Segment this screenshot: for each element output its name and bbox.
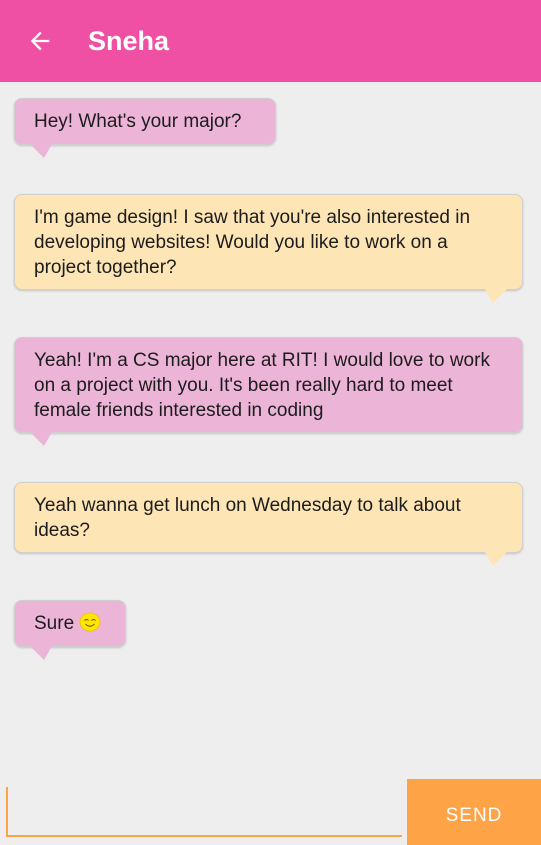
- bubble-tail: [30, 144, 52, 158]
- arrow-left-icon: [30, 31, 50, 51]
- message-outgoing: Yeah wanna get lunch on Wednesday to tal…: [14, 482, 523, 553]
- message-text: Sure: [34, 613, 75, 634]
- bubble-tail: [30, 646, 52, 660]
- message-incoming: Hey! What's your major?: [14, 98, 276, 145]
- conversation-title: Sneha: [88, 25, 170, 56]
- message-composer: SEND: [0, 779, 541, 845]
- message-list[interactable]: Hey! What's your major? I'm game design!…: [0, 82, 541, 779]
- bubble-tail: [485, 552, 507, 566]
- message-text: I'm game design! I saw that you're also …: [34, 207, 471, 278]
- message-incoming: Sure: [14, 600, 126, 647]
- smiling-face-icon: [80, 612, 101, 632]
- bubble-tail: [30, 432, 52, 446]
- message-incoming: Yeah! I'm a CS major here at RIT! I woul…: [14, 337, 523, 433]
- message-input[interactable]: [6, 787, 402, 837]
- message-text: Hey! What's your major?: [34, 111, 242, 132]
- message-text: Yeah! I'm a CS major here at RIT! I woul…: [34, 350, 490, 421]
- bubble-tail: [485, 289, 507, 303]
- app-bar: Sneha: [0, 0, 541, 82]
- message-outgoing: I'm game design! I saw that you're also …: [14, 194, 523, 290]
- send-button[interactable]: SEND: [407, 779, 541, 845]
- back-button[interactable]: [12, 13, 68, 69]
- message-text: Yeah wanna get lunch on Wednesday to tal…: [34, 495, 461, 541]
